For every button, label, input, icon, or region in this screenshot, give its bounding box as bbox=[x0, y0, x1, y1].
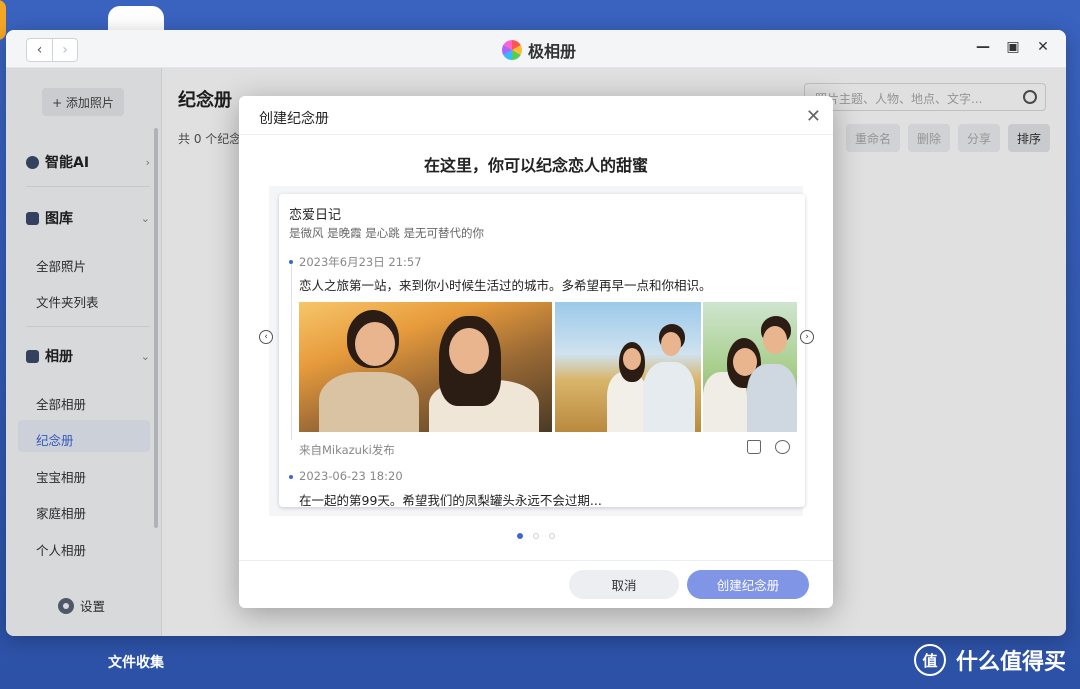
close-window-icon[interactable]: ✕ bbox=[1036, 39, 1050, 55]
window-controls: — ▣ ✕ bbox=[976, 39, 1050, 55]
create-memorial-dialog: 创建纪念册 ✕ 在这里，你可以纪念恋人的甜蜜 恋爱日记 是微风 是晚霞 是心跳 … bbox=[239, 96, 833, 608]
entry-date: 2023年6月23日 21:57 bbox=[299, 255, 422, 269]
preview-card: 恋爱日记 是微风 是晚霞 是心跳 是无可替代的你 2023年6月23日 21:5… bbox=[279, 194, 805, 507]
minimize-icon[interactable]: — bbox=[976, 39, 990, 55]
create-memorial-button[interactable]: 创建纪念册 bbox=[687, 570, 809, 599]
comment-icon[interactable] bbox=[775, 440, 790, 454]
watermark-logo: 值 bbox=[913, 644, 946, 676]
entry-text: 在一起的第99天。希望我们的凤梨罐头永远不会过期... bbox=[299, 493, 602, 507]
title-bar: ‹ › 极相册 — ▣ ✕ bbox=[6, 30, 1066, 68]
entry-text: 恋人之旅第一站，来到你小时候生活过的城市。多希望再早一点和你相识。 bbox=[299, 278, 712, 293]
cancel-button[interactable]: 取消 bbox=[569, 570, 679, 599]
entry-footer: 来自Mikazuki发布 bbox=[299, 443, 395, 457]
back-icon[interactable]: ‹ bbox=[27, 39, 52, 61]
app-logo-icon bbox=[502, 40, 522, 60]
app-title-text: 极相册 bbox=[528, 42, 577, 61]
carousel-next-icon[interactable]: › bbox=[800, 330, 814, 344]
maximize-icon[interactable]: ▣ bbox=[1006, 39, 1020, 55]
carousel-dot[interactable] bbox=[517, 533, 523, 539]
watermark: 值 什么值得买 bbox=[913, 644, 1066, 676]
couple-photo-3 bbox=[703, 302, 797, 432]
divider bbox=[239, 134, 833, 135]
forward-icon[interactable]: › bbox=[52, 39, 77, 61]
carousel-pagination bbox=[517, 533, 555, 539]
close-icon[interactable]: ✕ bbox=[806, 106, 821, 127]
taskbar-label[interactable]: 文件收集 bbox=[108, 652, 164, 672]
timeline-dot bbox=[289, 475, 293, 479]
timeline-dot bbox=[289, 260, 293, 264]
nav-buttons: ‹ › bbox=[26, 38, 78, 62]
app-title: 极相册 bbox=[502, 38, 576, 62]
divider bbox=[239, 560, 833, 561]
timeline-line bbox=[290, 260, 292, 440]
like-icon[interactable] bbox=[747, 440, 761, 454]
watermark-text: 什么值得买 bbox=[955, 650, 1066, 675]
carousel-dot[interactable] bbox=[533, 533, 539, 539]
entry-date: 2023-06-23 18:20 bbox=[299, 469, 403, 483]
card-subtitle: 是微风 是晚霞 是心跳 是无可替代的你 bbox=[289, 226, 484, 240]
couple-photo-2 bbox=[555, 302, 701, 432]
card-title: 恋爱日记 bbox=[289, 208, 342, 223]
carousel-prev-icon[interactable]: ‹ bbox=[259, 330, 273, 344]
couple-photo-1 bbox=[299, 302, 552, 432]
carousel-dot[interactable] bbox=[549, 533, 555, 539]
dialog-heading: 在这里，你可以纪念恋人的甜蜜 bbox=[423, 156, 648, 175]
dialog-title: 创建纪念册 bbox=[259, 111, 329, 127]
